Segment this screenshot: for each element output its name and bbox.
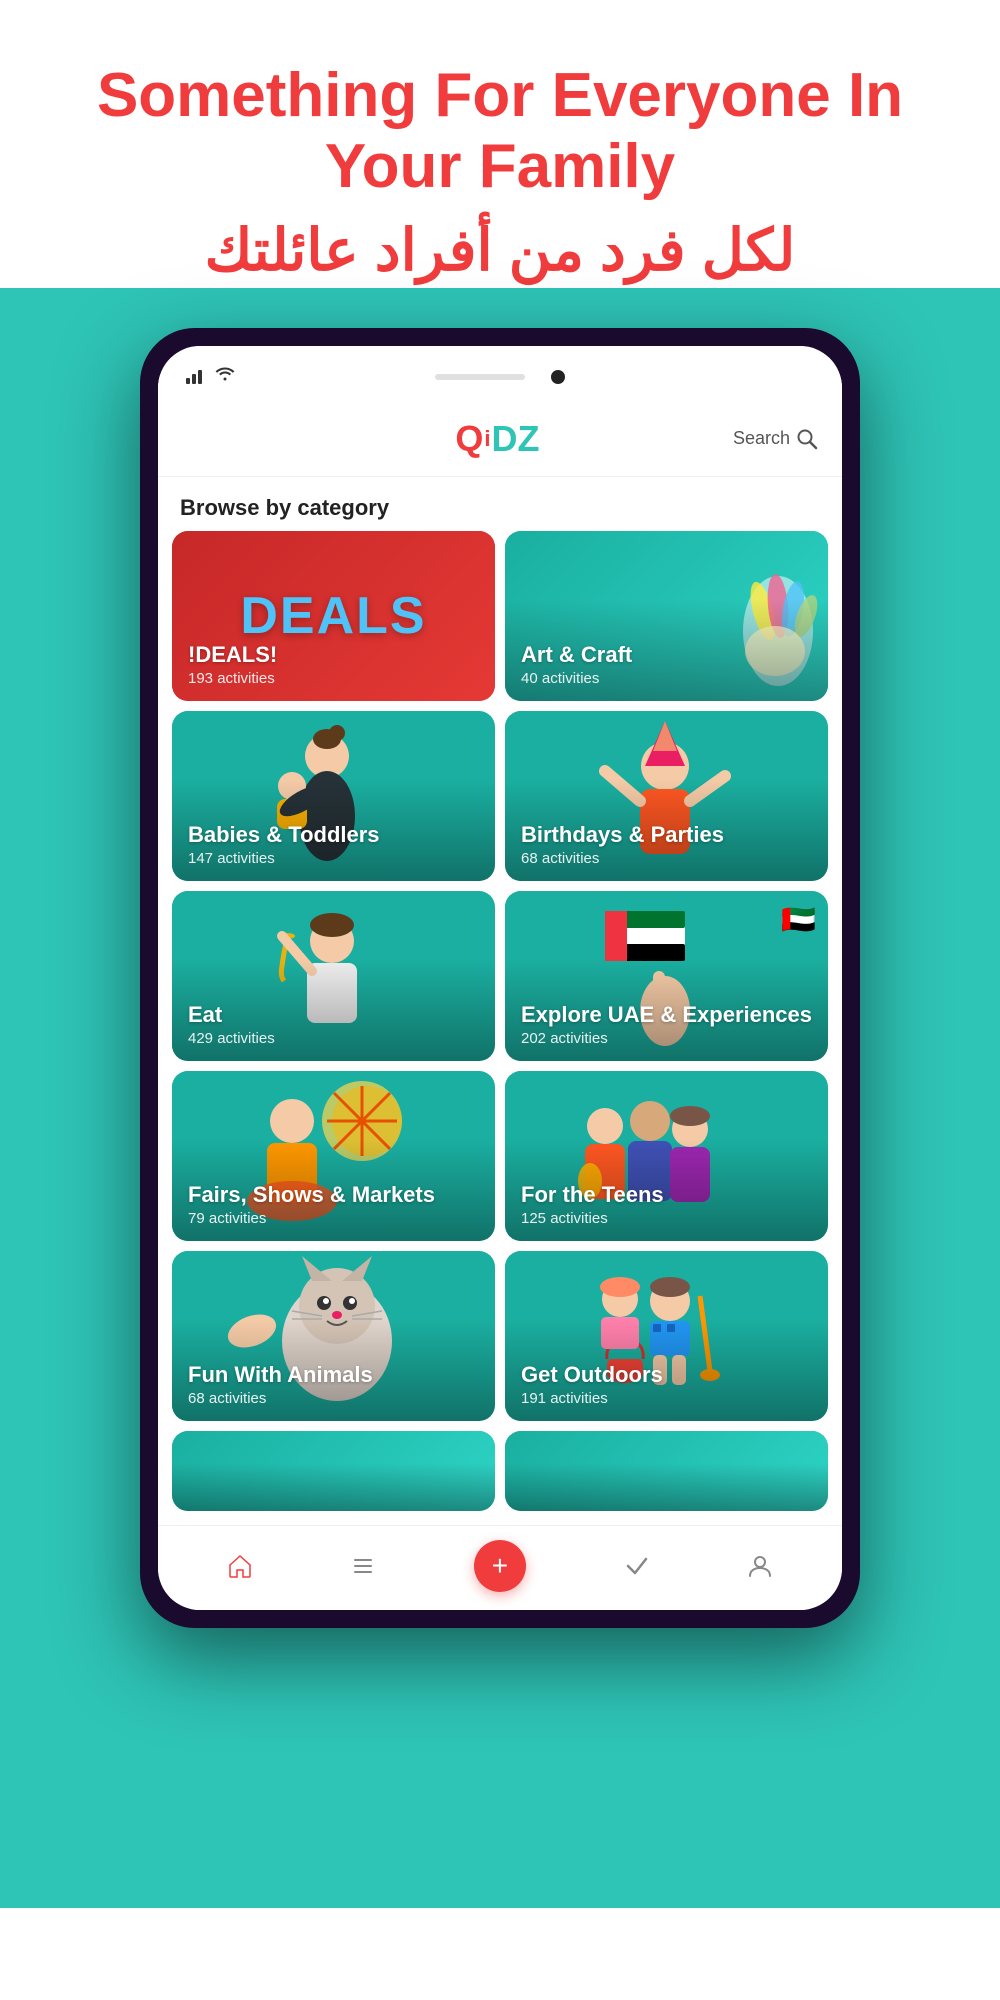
list-icon [350,1553,376,1579]
category-card-animals[interactable]: Fun With Animals 68 activities [172,1251,495,1421]
search-icon [796,428,818,450]
eat-overlay: Eat 429 activities [172,986,495,1061]
phone-screen: Q i DZ Search Browse by category [158,346,842,1610]
category-card-teens[interactable]: For the Teens 125 activities [505,1071,828,1241]
category-card-outdoors[interactable]: Get Outdoors 191 activities [505,1251,828,1421]
animals-subtitle: 68 activities [188,1390,479,1407]
deals-subtitle: 193 activities [188,670,479,687]
hero-title-english: Something For Everyone In Your Family [60,60,940,203]
profile-icon [747,1553,773,1579]
phone-camera [551,370,565,384]
birthdays-subtitle: 68 activities [521,850,812,867]
outdoors-overlay: Get Outdoors 191 activities [505,1346,828,1421]
nav-profile[interactable] [747,1553,773,1579]
status-bar-left [186,365,236,386]
teens-overlay: For the Teens 125 activities [505,1166,828,1241]
teens-title: For the Teens [521,1182,812,1208]
search-button[interactable]: Search [733,428,818,450]
outdoors-title: Get Outdoors [521,1362,812,1388]
search-label: Search [733,428,790,449]
phone-mockup: Q i DZ Search Browse by category [140,328,860,1628]
category-card-art-craft[interactable]: Art & Craft 40 activities [505,531,828,701]
uae-flag: 🇦🇪 [781,903,816,936]
nav-add[interactable]: + [474,1540,526,1592]
hero-section: Something For Everyone In Your Family لك… [0,0,1000,288]
explore-overlay: Explore UAE & Experiences 202 activities [505,986,828,1061]
nav-list[interactable] [350,1553,376,1579]
category-card-babies[interactable]: Babies & Toddlers 147 activities [172,711,495,881]
notch-area [435,360,565,384]
babies-title: Babies & Toddlers [188,822,479,848]
birthdays-overlay: Birthdays & Parties 68 activities [505,806,828,881]
app-logo: Q i DZ [455,418,539,460]
home-icon [227,1553,253,1579]
check-icon [624,1553,650,1579]
fairs-title: Fairs, Shows & Markets [188,1182,479,1208]
browse-header: Browse by category [158,477,842,531]
category-card-deals[interactable]: DEALS !DEALS! 193 activities [172,531,495,701]
logo-i: i [484,426,490,452]
category-card-partial-right[interactable] [505,1431,828,1511]
fairs-subtitle: 79 activities [188,1210,479,1227]
animals-title: Fun With Animals [188,1362,479,1388]
art-craft-overlay: Art & Craft 40 activities [505,626,828,701]
wifi-icon [214,365,236,386]
add-button[interactable]: + [474,1540,526,1592]
animals-overlay: Fun With Animals 68 activities [172,1346,495,1421]
category-card-explore[interactable]: 🇦🇪 Explore UAE & Experiences 202 activit… [505,891,828,1061]
logo-q: Q [455,418,483,460]
explore-title: Explore UAE & Experiences [521,1002,812,1028]
status-bar [158,346,842,402]
deals-title: !DEALS! [188,642,479,668]
eat-title: Eat [188,1002,479,1028]
eat-subtitle: 429 activities [188,1030,479,1047]
fairs-overlay: Fairs, Shows & Markets 79 activities [172,1166,495,1241]
app-header: Q i DZ Search [158,402,842,477]
teal-background: Q i DZ Search Browse by category [0,288,1000,1908]
category-card-fairs[interactable]: Fairs, Shows & Markets 79 activities [172,1071,495,1241]
nav-check[interactable] [624,1553,650,1579]
babies-overlay: Babies & Toddlers 147 activities [172,806,495,881]
nav-home[interactable] [227,1553,253,1579]
signal-icon [186,368,202,384]
phone-speaker [435,374,525,380]
babies-subtitle: 147 activities [188,850,479,867]
explore-subtitle: 202 activities [521,1030,812,1047]
outdoors-subtitle: 191 activities [521,1390,812,1407]
art-craft-subtitle: 40 activities [521,670,812,687]
category-card-eat[interactable]: Eat 429 activities [172,891,495,1061]
category-card-partial-left[interactable] [172,1431,495,1511]
birthdays-title: Birthdays & Parties [521,822,812,848]
teens-subtitle: 125 activities [521,1210,812,1227]
category-card-birthdays[interactable]: Birthdays & Parties 68 activities [505,711,828,881]
art-craft-title: Art & Craft [521,642,812,668]
hero-title-arabic: لكل فرد من أفراد عائلتك [60,213,940,288]
deals-overlay: !DEALS! 193 activities [172,626,495,701]
browse-title: Browse by category [180,495,820,521]
logo-dz: DZ [492,418,540,460]
bottom-nav: + [158,1525,842,1610]
category-grid: DEALS !DEALS! 193 activities [158,531,842,1525]
